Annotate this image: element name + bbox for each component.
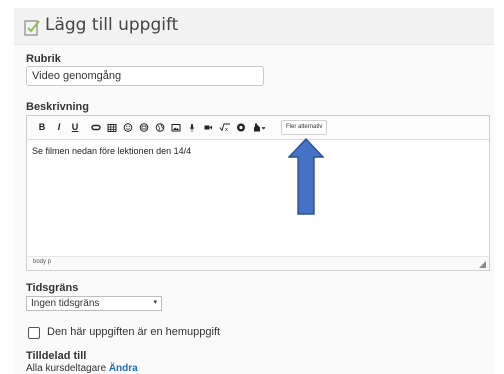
deadline-label: Tidsgräns [26,282,79,294]
description-label: Beskrivning [26,101,89,113]
microphone-icon[interactable] [187,120,197,135]
editor-statusbar: body p [27,256,489,270]
assigned-to: Alla kursdeltagare Ändra [26,363,138,374]
bold-button[interactable]: B [37,120,47,135]
heading-label: Rubrik [26,53,61,65]
svg-text:x: x [225,127,228,133]
globe-icon[interactable] [155,120,165,135]
annotation-arrow [288,138,324,215]
italic-button[interactable]: I [54,120,64,135]
media-icon[interactable] [236,120,246,135]
homework-checkbox[interactable] [28,327,40,339]
deadline-selected-value: Ingen tidsgräns [31,298,100,309]
change-assignment-link[interactable]: Ändra [109,363,138,374]
image-icon[interactable] [171,120,181,135]
link-icon[interactable] [91,120,101,135]
assigned-label: Tilldelad till [26,350,87,362]
heading-input[interactable]: Video genomgång [26,66,264,86]
deadline-select[interactable]: Ingen tidsgräns ▾ [26,296,162,311]
paint-dropdown-icon[interactable] [252,120,266,135]
editor-toolbar: B I U x Fler alternativ [27,116,489,140]
assigned-value: Alla kursdeltagare [26,363,107,374]
emoji-icon[interactable] [123,120,133,135]
chevron-down-icon: ▾ [153,299,157,306]
editor-content[interactable]: Se filmen nedan före lektionen den 14/4 [32,146,191,156]
page-title: Lägg till uppgift [45,15,179,35]
homework-checkbox-label[interactable]: Den här uppgiften är en hemuppgift [47,326,220,338]
rich-text-editor[interactable]: B I U x Fler alternativ Se filmen nedan … [26,115,490,271]
header: Lägg till uppgift [0,0,504,45]
element-path: body p [33,259,52,265]
table-icon[interactable] [107,120,117,135]
video-icon[interactable] [203,120,213,135]
edit-document-icon [24,20,40,36]
resize-handle-icon[interactable] [479,261,486,268]
math-icon[interactable]: x [219,120,231,135]
insert-icon[interactable] [139,120,149,135]
underline-button[interactable]: U [70,120,80,135]
more-options-button[interactable]: Fler alternativ [281,120,328,135]
